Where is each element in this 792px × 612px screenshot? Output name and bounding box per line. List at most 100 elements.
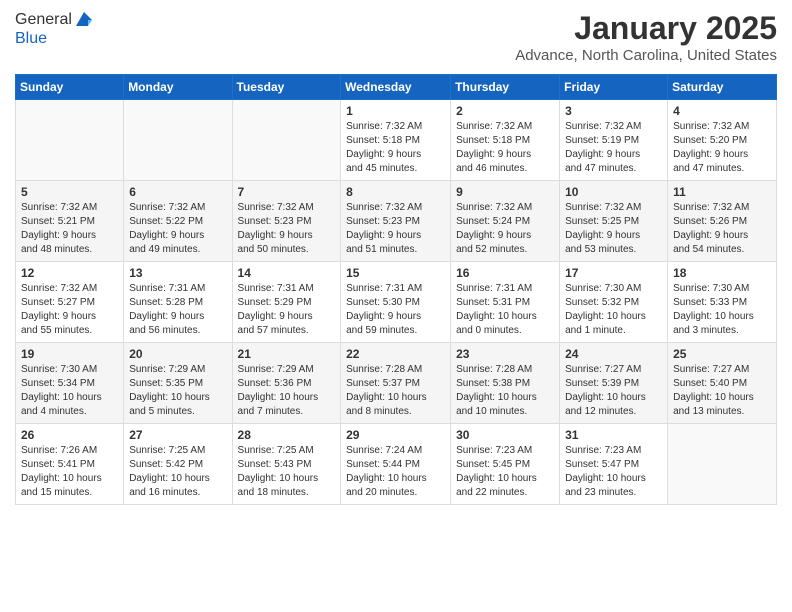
calendar-cell: 14Sunrise: 7:31 AM Sunset: 5:29 PM Dayli… — [232, 262, 341, 343]
calendar-cell: 10 Sunrise: 7:32 AM Sunset: 5:25 PM Dayli… — [560, 181, 668, 262]
weekday-header-row: SundayMondayTuesdayWednesdayThursdayFrid… — [16, 75, 777, 100]
day-info: Sunrise: 7:32 AM Sunset: 5:19 PM Dayligh… — [565, 120, 662, 176]
calendar-cell: 26 Sunrise: 7:26 AM Sunset: 5:41 PM Dayli… — [16, 424, 124, 505]
day-number: 25 — [673, 347, 771, 361]
weekday-header-tuesday: Tuesday — [232, 75, 341, 100]
day-number: 21 — [238, 347, 336, 361]
calendar-cell: 20 Sunrise: 7:29 AM Sunset: 5:35 PM Dayli… — [124, 343, 232, 424]
day-info: Sunrise: 7:32 AM Sunset: 5:23 PM Dayligh… — [346, 201, 445, 257]
day-number: 31 — [565, 428, 662, 442]
page-header: General Blue January 2025 Advance, North… — [15, 10, 777, 64]
day-number: 4 — [673, 104, 771, 118]
day-info: Sunrise: 7:26 AM Sunset: 5:41 PM Dayligh… — [21, 444, 118, 500]
day-number: 1 — [346, 104, 445, 118]
calendar-cell: 3Sunrise: 7:32 AM Sunset: 5:19 PM Daylig… — [560, 100, 668, 181]
logo-icon — [74, 10, 94, 30]
calendar-cell: 12 Sunrise: 7:32 AM Sunset: 5:27 PM Dayli… — [16, 262, 124, 343]
calendar-cell: 19 Sunrise: 7:30 AM Sunset: 5:34 PM Dayli… — [16, 343, 124, 424]
day-number: 5 — [21, 185, 118, 199]
month-title: January 2025 — [515, 10, 777, 47]
day-number: 11 — [673, 185, 771, 199]
day-info: Sunrise: 7:31 AM Sunset: 5:30 PM Dayligh… — [346, 282, 445, 338]
calendar-cell: 17Sunrise: 7:30 AM Sunset: 5:32 PM Dayli… — [560, 262, 668, 343]
calendar-cell — [16, 100, 124, 181]
calendar-cell: 4 Sunrise: 7:32 AM Sunset: 5:20 PM Daylig… — [668, 100, 777, 181]
day-info: Sunrise: 7:32 AM Sunset: 5:20 PM Dayligh… — [673, 120, 771, 176]
day-number: 19 — [21, 347, 118, 361]
day-info: Sunrise: 7:32 AM Sunset: 5:18 PM Dayligh… — [456, 120, 554, 176]
calendar-cell: 27Sunrise: 7:25 AM Sunset: 5:42 PM Dayli… — [124, 424, 232, 505]
calendar-week-2: 5 Sunrise: 7:32 AM Sunset: 5:21 PM Daylig… — [16, 181, 777, 262]
day-number: 6 — [129, 185, 226, 199]
location-text: Advance, North Carolina, United States — [515, 47, 777, 64]
day-number: 10 — [565, 185, 662, 199]
calendar-cell: 29Sunrise: 7:24 AM Sunset: 5:44 PM Dayli… — [341, 424, 451, 505]
weekday-header-monday: Monday — [124, 75, 232, 100]
day-info: Sunrise: 7:23 AM Sunset: 5:45 PM Dayligh… — [456, 444, 554, 500]
title-block: January 2025 Advance, North Carolina, Un… — [515, 10, 777, 64]
day-info: Sunrise: 7:27 AM Sunset: 5:39 PM Dayligh… — [565, 363, 662, 419]
calendar-cell — [668, 424, 777, 505]
calendar-cell: 9Sunrise: 7:32 AM Sunset: 5:24 PM Daylig… — [451, 181, 560, 262]
day-info: Sunrise: 7:32 AM Sunset: 5:22 PM Dayligh… — [129, 201, 226, 257]
calendar-cell — [124, 100, 232, 181]
calendar-cell: 5 Sunrise: 7:32 AM Sunset: 5:21 PM Daylig… — [16, 181, 124, 262]
calendar-cell: 16Sunrise: 7:31 AM Sunset: 5:31 PM Dayli… — [451, 262, 560, 343]
calendar-cell: 1 Sunrise: 7:32 AM Sunset: 5:18 PM Daylig… — [341, 100, 451, 181]
calendar-cell: 24 Sunrise: 7:27 AM Sunset: 5:39 PM Dayli… — [560, 343, 668, 424]
calendar-week-4: 19 Sunrise: 7:30 AM Sunset: 5:34 PM Dayli… — [16, 343, 777, 424]
day-info: Sunrise: 7:24 AM Sunset: 5:44 PM Dayligh… — [346, 444, 445, 500]
day-number: 18 — [673, 266, 771, 280]
day-info: Sunrise: 7:32 AM Sunset: 5:24 PM Dayligh… — [456, 201, 554, 257]
calendar-week-1: 1 Sunrise: 7:32 AM Sunset: 5:18 PM Daylig… — [16, 100, 777, 181]
calendar-cell: 15 Sunrise: 7:31 AM Sunset: 5:30 PM Dayli… — [341, 262, 451, 343]
day-info: Sunrise: 7:30 AM Sunset: 5:34 PM Dayligh… — [21, 363, 118, 419]
day-number: 7 — [238, 185, 336, 199]
calendar-table: SundayMondayTuesdayWednesdayThursdayFrid… — [15, 74, 777, 505]
calendar-cell: 21Sunrise: 7:29 AM Sunset: 5:36 PM Dayli… — [232, 343, 341, 424]
calendar-cell: 13Sunrise: 7:31 AM Sunset: 5:28 PM Dayli… — [124, 262, 232, 343]
calendar-cell: 28 Sunrise: 7:25 AM Sunset: 5:43 PM Dayli… — [232, 424, 341, 505]
day-info: Sunrise: 7:31 AM Sunset: 5:31 PM Dayligh… — [456, 282, 554, 338]
day-number: 15 — [346, 266, 445, 280]
day-info: Sunrise: 7:32 AM Sunset: 5:27 PM Dayligh… — [21, 282, 118, 338]
day-number: 17 — [565, 266, 662, 280]
calendar-cell: 25 Sunrise: 7:27 AM Sunset: 5:40 PM Dayli… — [668, 343, 777, 424]
day-number: 26 — [21, 428, 118, 442]
logo: General Blue — [15, 10, 94, 48]
day-info: Sunrise: 7:28 AM Sunset: 5:37 PM Dayligh… — [346, 363, 445, 419]
weekday-header-friday: Friday — [560, 75, 668, 100]
day-info: Sunrise: 7:29 AM Sunset: 5:35 PM Dayligh… — [129, 363, 226, 419]
day-info: Sunrise: 7:32 AM Sunset: 5:25 PM Dayligh… — [565, 201, 662, 257]
day-info: Sunrise: 7:27 AM Sunset: 5:40 PM Dayligh… — [673, 363, 771, 419]
calendar-cell: 23Sunrise: 7:28 AM Sunset: 5:38 PM Dayli… — [451, 343, 560, 424]
weekday-header-thursday: Thursday — [451, 75, 560, 100]
day-info: Sunrise: 7:30 AM Sunset: 5:33 PM Dayligh… — [673, 282, 771, 338]
calendar-cell: 6 Sunrise: 7:32 AM Sunset: 5:22 PM Daylig… — [124, 181, 232, 262]
day-info: Sunrise: 7:32 AM Sunset: 5:21 PM Dayligh… — [21, 201, 118, 257]
day-number: 24 — [565, 347, 662, 361]
calendar-cell: 22Sunrise: 7:28 AM Sunset: 5:37 PM Dayli… — [341, 343, 451, 424]
calendar-cell: 18 Sunrise: 7:30 AM Sunset: 5:33 PM Dayli… — [668, 262, 777, 343]
day-info: Sunrise: 7:32 AM Sunset: 5:18 PM Dayligh… — [346, 120, 445, 176]
day-number: 28 — [238, 428, 336, 442]
day-number: 14 — [238, 266, 336, 280]
day-info: Sunrise: 7:31 AM Sunset: 5:28 PM Dayligh… — [129, 282, 226, 338]
calendar-cell: 2 Sunrise: 7:32 AM Sunset: 5:18 PM Daylig… — [451, 100, 560, 181]
day-number: 2 — [456, 104, 554, 118]
calendar-cell: 7 Sunrise: 7:32 AM Sunset: 5:23 PM Daylig… — [232, 181, 341, 262]
calendar-week-5: 26 Sunrise: 7:26 AM Sunset: 5:41 PM Dayli… — [16, 424, 777, 505]
day-number: 12 — [21, 266, 118, 280]
day-info: Sunrise: 7:25 AM Sunset: 5:43 PM Dayligh… — [238, 444, 336, 500]
calendar-cell: 8Sunrise: 7:32 AM Sunset: 5:23 PM Daylig… — [341, 181, 451, 262]
calendar-cell: 11Sunrise: 7:32 AM Sunset: 5:26 PM Dayli… — [668, 181, 777, 262]
calendar-cell: 30Sunrise: 7:23 AM Sunset: 5:45 PM Dayli… — [451, 424, 560, 505]
weekday-header-saturday: Saturday — [668, 75, 777, 100]
logo-general-text: General — [15, 11, 72, 29]
weekday-header-sunday: Sunday — [16, 75, 124, 100]
day-info: Sunrise: 7:32 AM Sunset: 5:23 PM Dayligh… — [238, 201, 336, 257]
day-number: 20 — [129, 347, 226, 361]
day-number: 23 — [456, 347, 554, 361]
weekday-header-wednesday: Wednesday — [341, 75, 451, 100]
calendar-week-3: 12 Sunrise: 7:32 AM Sunset: 5:27 PM Dayli… — [16, 262, 777, 343]
